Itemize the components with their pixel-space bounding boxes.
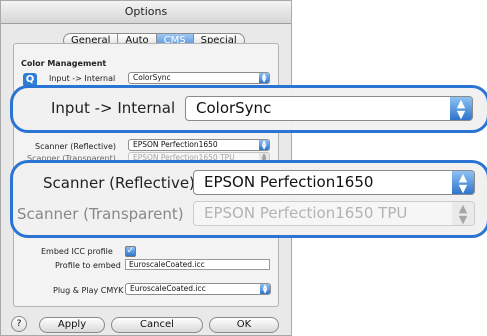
popup-arrows-icon: ▲▼ (452, 171, 474, 194)
popup-arrows-icon: ▲▼ (259, 140, 269, 150)
input-internal-label: Input -> Internal (49, 74, 116, 83)
popup-arrows-icon: ▲▼ (450, 97, 472, 120)
popup-arrows-icon: ▲▼ (259, 73, 269, 83)
plug-play-label: Plug & Play CMYK (53, 286, 124, 295)
embed-icc-checkbox[interactable]: ✓ (125, 246, 136, 257)
scanner-callout: Scanner (Reflective) EPSON Perfection165… (10, 160, 487, 238)
input-internal-callout: Input -> Internal ColorSync ▲ ▼ (10, 85, 487, 133)
embed-icc-label: Embed ICC profile (41, 247, 113, 256)
help-button[interactable]: ? (11, 316, 27, 332)
profile-to-embed-field[interactable]: EuroscaleCoated.icc (125, 259, 270, 270)
apply-button[interactable]: Apply (39, 317, 105, 333)
profile-to-embed-label: Profile to embed (55, 261, 121, 270)
input-internal-value: ColorSync (133, 73, 171, 82)
plug-play-popup[interactable]: EuroscaleCoated.icc ▲ ▼ (125, 283, 271, 295)
callout-scanner-transparent-popup[interactable]: EPSON Perfection1650 TPU ▲ ▼ (193, 201, 475, 226)
callout-scanner-reflective-label: Scanner (Reflective) (43, 174, 195, 192)
section-title: Color Management (21, 59, 107, 68)
plug-play-value: EuroscaleCoated.icc (130, 284, 206, 293)
callout-input-internal-label: Input -> Internal (51, 99, 176, 117)
callout-scanner-transparent-value: EPSON Perfection1650 TPU (204, 204, 408, 222)
callout-scanner-reflective-value: EPSON Perfection1650 (204, 173, 374, 191)
callout-scanner-transparent-label: Scanner (Transparent) (17, 205, 184, 223)
scanner-reflective-popup[interactable]: EPSON Perfection1650 ▲ ▼ (128, 139, 270, 151)
ok-button[interactable]: OK (209, 317, 279, 333)
scanner-reflective-label: Scanner (Reflective) (35, 142, 117, 151)
input-internal-popup[interactable]: ColorSync ▲ ▼ (128, 72, 270, 84)
callout-input-internal-value: ColorSync (196, 99, 272, 117)
window-title: Options (1, 1, 291, 24)
callout-scanner-reflective-popup[interactable]: EPSON Perfection1650 ▲ ▼ (193, 170, 475, 195)
cancel-button[interactable]: Cancel (111, 317, 203, 333)
popup-arrows-icon: ▲▼ (452, 202, 474, 225)
callout-input-internal-popup[interactable]: ColorSync ▲ ▼ (185, 96, 473, 121)
popup-arrows-icon: ▲▼ (260, 284, 270, 294)
scanner-reflective-value: EPSON Perfection1650 (133, 140, 218, 149)
